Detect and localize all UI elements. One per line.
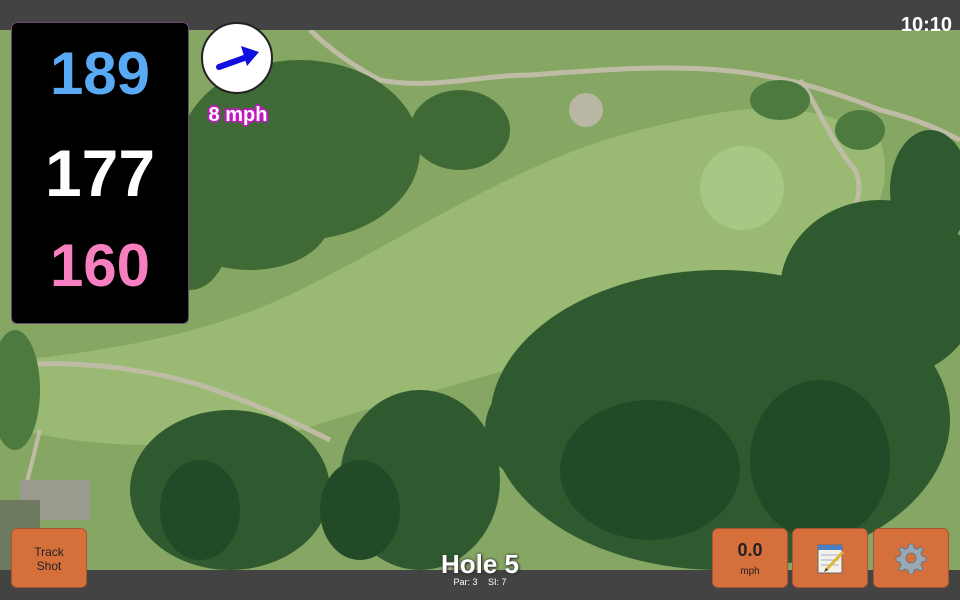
middle-distance: 177 bbox=[44, 136, 156, 210]
settings-button[interactable] bbox=[873, 528, 949, 588]
shot-speed-value: 0.0 bbox=[737, 540, 763, 560]
track-shot-label-line2: Shot bbox=[36, 559, 62, 573]
clock: 10:10 bbox=[900, 14, 952, 36]
track-shot-label-line1: Track bbox=[34, 545, 64, 559]
par-label: Par: 3 bbox=[453, 577, 478, 587]
track-shot-button[interactable]: Track Shot bbox=[11, 528, 87, 588]
wind-speed-label: 8 mph bbox=[208, 104, 268, 126]
gear-icon bbox=[895, 543, 927, 574]
distance-panel: 189 177 160 bbox=[11, 22, 189, 324]
notepad-icon bbox=[817, 544, 845, 574]
shot-speed-unit: mph bbox=[740, 566, 760, 577]
wind-indicator[interactable] bbox=[201, 22, 273, 94]
front-distance: 160 bbox=[49, 232, 151, 299]
shot-speed-button[interactable]: 0.0 mph bbox=[712, 528, 788, 588]
hole-title[interactable]: Hole 5 bbox=[380, 549, 580, 580]
wind-arrow-icon bbox=[216, 46, 259, 70]
stroke-index-label: SI: 7 bbox=[488, 577, 507, 587]
hole-meta: Par: 3 SI: 7 bbox=[380, 577, 580, 587]
notes-button[interactable] bbox=[792, 528, 868, 588]
back-distance: 189 bbox=[49, 40, 151, 107]
